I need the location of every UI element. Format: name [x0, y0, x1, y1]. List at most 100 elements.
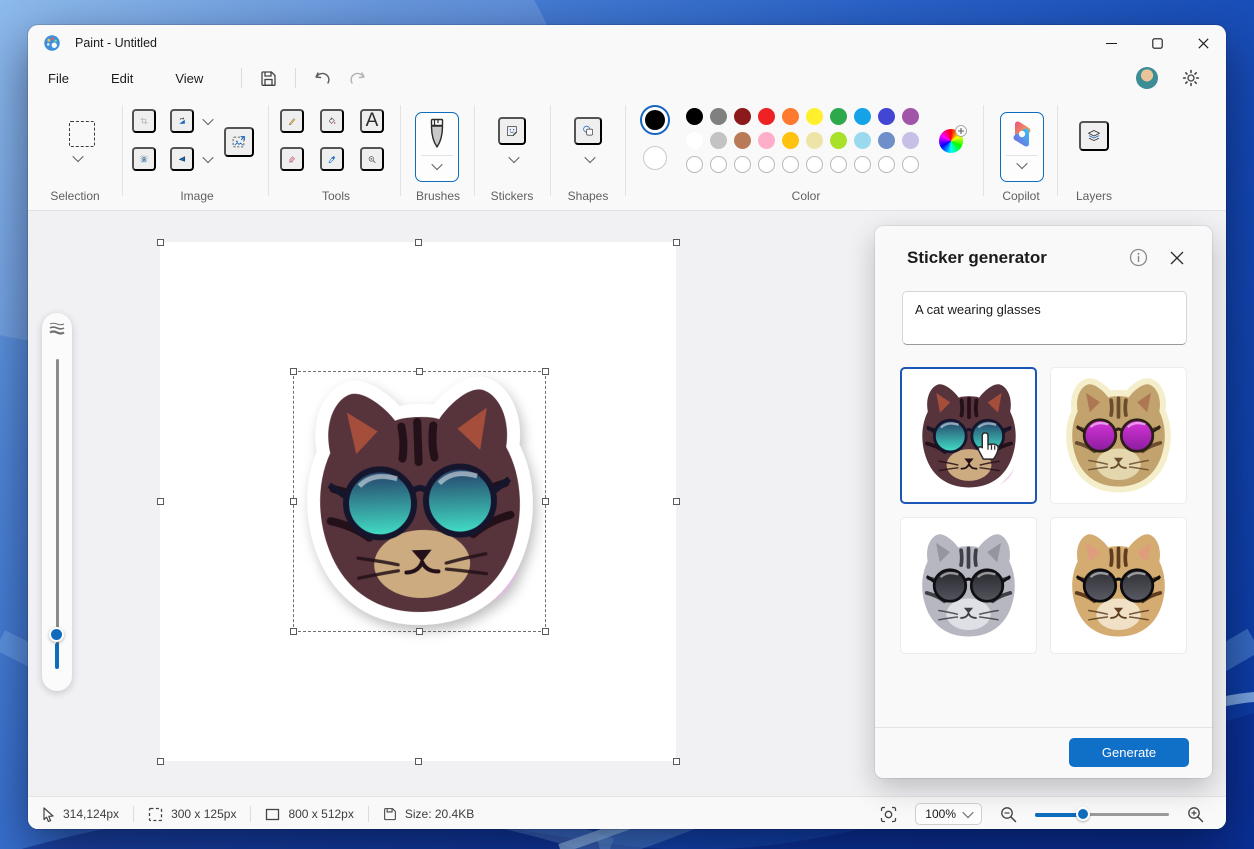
layers-button[interactable] — [1079, 121, 1109, 151]
account-avatar[interactable] — [1136, 67, 1158, 89]
color1-swatch[interactable] — [640, 105, 670, 135]
selection-handle[interactable] — [542, 368, 549, 375]
flip-button[interactable] — [170, 147, 194, 171]
palette-color-swatch[interactable] — [830, 108, 847, 125]
palette-color-swatch[interactable] — [758, 108, 775, 125]
shapes-button[interactable] — [574, 117, 602, 145]
stickers-button[interactable] — [498, 117, 526, 145]
canvas-resize-handle[interactable] — [672, 757, 680, 765]
zoom-out-button[interactable] — [992, 802, 1025, 827]
palette-color-swatch[interactable] — [686, 108, 703, 125]
zoom-in-button[interactable] — [1179, 802, 1212, 827]
sticker-option-4[interactable] — [1050, 517, 1187, 654]
palette-color-swatch[interactable] — [686, 132, 703, 149]
undo-button[interactable] — [306, 66, 340, 90]
paint-canvas[interactable] — [160, 242, 676, 761]
palette-color-swatch[interactable] — [806, 108, 823, 125]
selection-tool-button[interactable] — [61, 117, 103, 151]
color2-swatch[interactable] — [643, 146, 667, 170]
palette-color-swatch[interactable] — [878, 108, 895, 125]
palette-empty-slot[interactable] — [758, 156, 775, 173]
rotate-button[interactable] — [170, 109, 194, 133]
palette-empty-slot[interactable] — [902, 156, 919, 173]
menu-edit[interactable]: Edit — [97, 66, 147, 91]
selection-handle[interactable] — [290, 497, 297, 505]
prompt-input[interactable]: A cat wearing glasses — [902, 291, 1187, 345]
selection-handle[interactable] — [415, 368, 423, 375]
text-tool-button[interactable]: A — [360, 109, 384, 133]
titlebar[interactable]: Paint - Untitled — [28, 25, 1226, 61]
selection-handle[interactable] — [290, 368, 297, 375]
palette-empty-slot[interactable] — [710, 156, 727, 173]
palette-empty-slot[interactable] — [878, 156, 895, 173]
edit-colors-button[interactable] — [939, 125, 967, 153]
sticker-option-3[interactable] — [900, 517, 1037, 654]
stickers-dropdown[interactable] — [502, 151, 526, 167]
close-button[interactable] — [1180, 25, 1226, 61]
palette-color-swatch[interactable] — [710, 132, 727, 149]
selection-handle[interactable] — [290, 628, 297, 635]
zoom-slider-thumb[interactable] — [1076, 807, 1091, 821]
selection-dropdown-button[interactable] — [66, 150, 90, 166]
palette-color-swatch[interactable] — [854, 108, 871, 125]
canvas-resize-handle[interactable] — [672, 498, 680, 505]
magnifier-button[interactable] — [360, 147, 384, 171]
menu-file[interactable]: File — [34, 66, 83, 91]
canvas-sticker-cat[interactable] — [296, 372, 545, 632]
selection-handle[interactable] — [542, 497, 549, 505]
rotate-dropdown[interactable] — [196, 113, 220, 129]
palette-color-swatch[interactable] — [806, 132, 823, 149]
canvas-resize-handle[interactable] — [156, 498, 164, 505]
palette-color-swatch[interactable] — [782, 132, 799, 149]
fit-to-screen-button[interactable] — [872, 802, 905, 827]
palette-color-swatch[interactable] — [734, 132, 751, 149]
sticker-option-1[interactable] — [900, 367, 1037, 504]
panel-close-button[interactable] — [1166, 247, 1188, 269]
palette-color-swatch[interactable] — [782, 108, 799, 125]
brushes-button[interactable] — [415, 112, 459, 182]
selection-marquee[interactable] — [290, 368, 549, 635]
eraser-button[interactable] — [280, 147, 304, 171]
maximize-button[interactable] — [1134, 25, 1180, 61]
shapes-dropdown[interactable] — [578, 151, 602, 167]
palette-color-swatch[interactable] — [878, 132, 895, 149]
canvas-resize-handle[interactable] — [414, 238, 422, 246]
brush-size-thumb[interactable] — [49, 627, 64, 642]
resize-image-button[interactable] — [224, 127, 254, 157]
brush-size-track[interactable] — [56, 359, 59, 659]
background-removal-button[interactable] — [132, 147, 156, 171]
sticker-option-2[interactable] — [1050, 367, 1187, 504]
palette-color-swatch[interactable] — [830, 132, 847, 149]
redo-button[interactable] — [340, 66, 374, 90]
menu-view[interactable]: View — [161, 66, 217, 91]
palette-empty-slot[interactable] — [854, 156, 871, 173]
palette-empty-slot[interactable] — [806, 156, 823, 173]
palette-empty-slot[interactable] — [734, 156, 751, 173]
palette-color-swatch[interactable] — [758, 132, 775, 149]
palette-color-swatch[interactable] — [902, 132, 919, 149]
info-button[interactable] — [1125, 244, 1152, 271]
copilot-button[interactable] — [1000, 112, 1044, 182]
canvas-resize-handle[interactable] — [414, 757, 422, 765]
palette-empty-slot[interactable] — [686, 156, 703, 173]
flip-dropdown[interactable] — [196, 151, 220, 167]
settings-button[interactable] — [1174, 65, 1208, 91]
minimize-button[interactable] — [1088, 25, 1134, 61]
palette-empty-slot[interactable] — [830, 156, 847, 173]
zoom-slider[interactable] — [1035, 806, 1169, 822]
canvas-resize-handle[interactable] — [672, 238, 680, 246]
crop-button[interactable] — [132, 109, 156, 133]
selection-handle[interactable] — [542, 628, 549, 635]
color-picker-button[interactable] — [320, 147, 344, 171]
palette-empty-slot[interactable] — [782, 156, 799, 173]
canvas-resize-handle[interactable] — [156, 757, 164, 765]
canvas-resize-handle[interactable] — [156, 238, 164, 246]
selection-handle[interactable] — [415, 628, 423, 635]
pencil-button[interactable] — [280, 109, 304, 133]
palette-color-swatch[interactable] — [734, 108, 751, 125]
generate-button[interactable]: Generate — [1069, 738, 1189, 767]
zoom-level-dropdown[interactable]: 100% — [915, 803, 982, 825]
palette-color-swatch[interactable] — [902, 108, 919, 125]
palette-color-swatch[interactable] — [710, 108, 727, 125]
palette-color-swatch[interactable] — [854, 132, 871, 149]
